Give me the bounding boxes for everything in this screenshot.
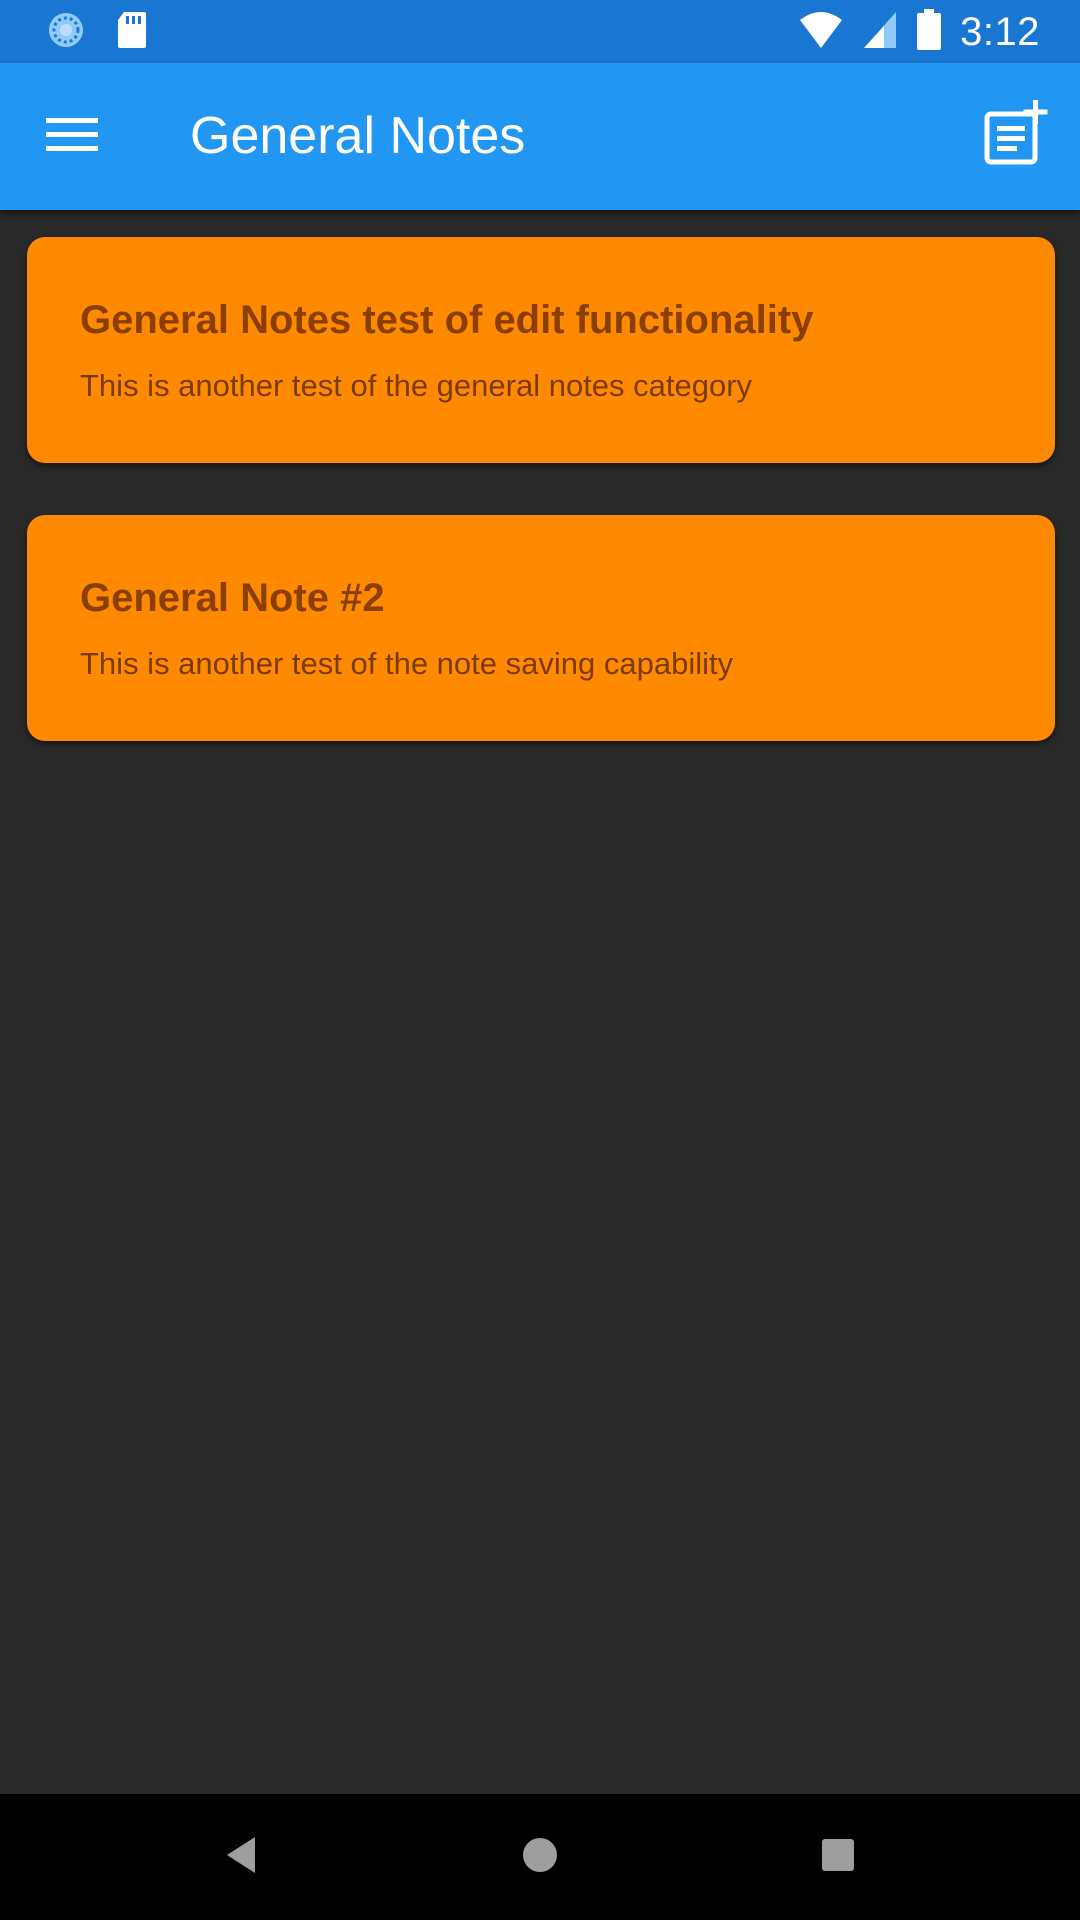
hamburger-menu-icon — [46, 115, 98, 160]
note-body: This is another test of the note saving … — [80, 646, 734, 681]
home-icon — [520, 1835, 560, 1880]
status-bar-right: 3:12 — [798, 8, 1040, 56]
status-bar-left — [46, 10, 148, 54]
note-body: This is another test of the general note… — [80, 368, 753, 403]
battery-icon — [916, 8, 942, 56]
menu-button[interactable] — [36, 107, 108, 167]
status-bar: 3:12 — [0, 0, 1080, 63]
recents-icon — [818, 1835, 858, 1880]
add-note-button[interactable] — [978, 95, 1058, 175]
note-title: General Note #2 — [80, 576, 385, 620]
add-note-icon — [983, 98, 1053, 173]
back-icon — [221, 1833, 261, 1882]
screen: 3:12 General Notes General Notes test of… — [0, 0, 1080, 1920]
notes-list: General Notes test of edit functionality… — [27, 237, 1055, 793]
note-card[interactable]: General Notes test of edit functionality… — [27, 237, 1055, 463]
sync-icon — [46, 10, 86, 55]
home-button[interactable] — [507, 1824, 573, 1890]
cell-signal-icon — [862, 10, 898, 55]
note-title: General Notes test of edit functionality — [80, 298, 814, 342]
recents-button[interactable] — [805, 1824, 871, 1890]
page-title: General Notes — [190, 107, 526, 165]
navigation-bar — [0, 1794, 1080, 1920]
note-card[interactable]: General Note #2 This is another test of … — [27, 515, 1055, 741]
app-bar: General Notes — [0, 63, 1080, 210]
back-button[interactable] — [208, 1824, 274, 1890]
wifi-icon — [798, 10, 844, 55]
status-time: 3:12 — [960, 9, 1040, 54]
sd-card-icon — [116, 10, 148, 55]
